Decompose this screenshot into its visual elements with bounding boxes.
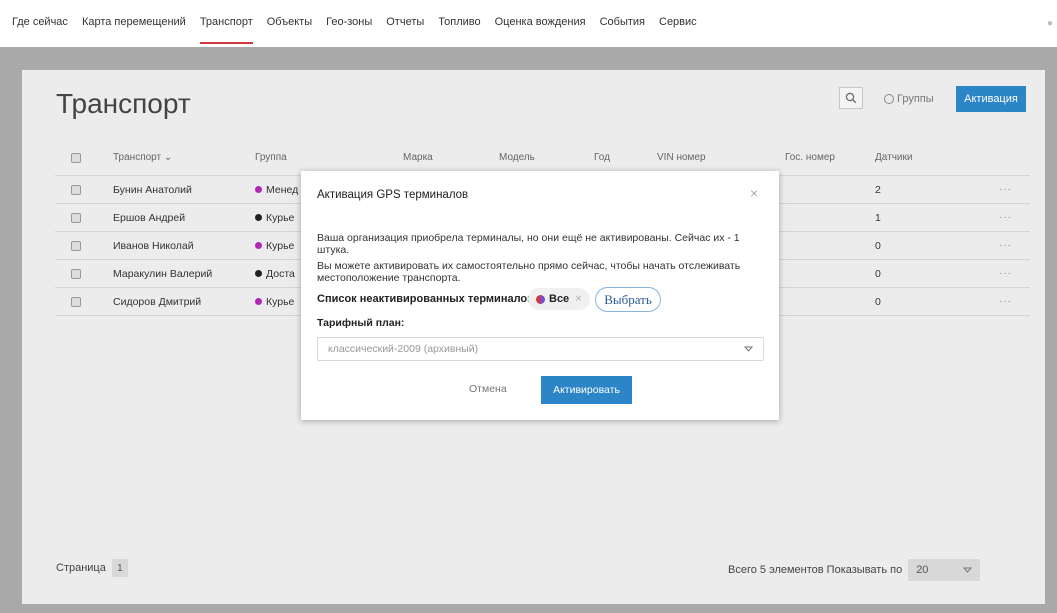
- row-group: Менед: [255, 184, 298, 196]
- dialog-title: Активация GPS терминалов: [317, 189, 469, 201]
- nav-item-geozones[interactable]: Гео-зоны: [326, 0, 372, 44]
- row-checkbox[interactable]: [71, 212, 81, 223]
- user-menu-icon[interactable]: ●: [1047, 18, 1053, 29]
- chevron-down-icon: [963, 567, 973, 573]
- select-terminals-button[interactable]: Выбрать: [595, 287, 661, 312]
- row-group: Курье: [255, 296, 294, 308]
- page-size-control: Всего 5 элементов Показывать по 20: [728, 559, 981, 581]
- row-checkbox[interactable]: [71, 184, 81, 195]
- groups-toggle[interactable]: Группы: [884, 93, 934, 105]
- page-label: Страница: [56, 562, 106, 574]
- per-page-select[interactable]: 20: [908, 559, 981, 581]
- column-header-transport[interactable]: Транспорт ⌄: [113, 152, 172, 163]
- column-header-sensors: Датчики: [875, 152, 913, 163]
- group-color-dot: [255, 186, 262, 194]
- row-name: Бунин Анатолий: [113, 183, 192, 196]
- dialog-message: Ваша организация приобрела терминалы, но…: [317, 232, 740, 256]
- row-group: Курье: [255, 240, 294, 252]
- row-more-icon[interactable]: ···: [999, 212, 1012, 223]
- row-sensors: 2: [875, 183, 881, 196]
- group-color-dot: [255, 214, 262, 222]
- row-name: Ершов Андрей: [113, 211, 186, 224]
- chevron-down-icon: ⌄: [163, 152, 173, 163]
- total-label: Всего 5 элементов Показывать по: [728, 564, 903, 576]
- groups-label: Группы: [897, 93, 934, 105]
- nav-item-objects[interactable]: Объекты: [267, 0, 312, 44]
- row-more-icon[interactable]: ···: [999, 184, 1012, 195]
- row-sensors: 0: [875, 295, 881, 308]
- row-checkbox[interactable]: [71, 240, 81, 251]
- column-header-year: Год: [594, 152, 610, 163]
- column-header-plate: Гос. номер: [785, 152, 835, 163]
- search-button[interactable]: [839, 87, 863, 109]
- nav-item-reports[interactable]: Отчеты: [386, 0, 424, 44]
- dialog-hint: Вы можете активировать их самостоятельно…: [317, 260, 741, 284]
- column-header-group: Группа: [255, 152, 287, 163]
- row-name: Маракулин Валерий: [113, 267, 213, 280]
- row-more-icon[interactable]: ···: [999, 240, 1012, 251]
- tariff-plan-label: Тарифный план:: [317, 317, 405, 329]
- row-checkbox[interactable]: [71, 268, 81, 279]
- terminals-chip-all[interactable]: Все ×: [528, 288, 590, 310]
- chip-remove-icon[interactable]: ×: [575, 293, 581, 305]
- row-sensors: 0: [875, 267, 881, 280]
- nav-item-where-now[interactable]: Где сейчас: [12, 0, 68, 44]
- nav-item-fuel[interactable]: Топливо: [438, 0, 480, 44]
- group-color-dot: [255, 298, 262, 306]
- activation-dialog: Активация GPS терминалов × Ваша организа…: [301, 171, 779, 420]
- row-checkbox[interactable]: [71, 296, 81, 307]
- group-color-dot: [255, 242, 262, 250]
- top-nav: Где сейчас Карта перемещений Транспорт О…: [0, 0, 1057, 47]
- pagination: Страница 1: [56, 559, 128, 577]
- nav-item-movement-map[interactable]: Карта перемещений: [82, 0, 186, 44]
- row-name: Сидоров Дмитрий: [113, 295, 202, 308]
- row-sensors: 0: [875, 239, 881, 252]
- close-icon[interactable]: ×: [750, 185, 758, 201]
- nav-item-events[interactable]: События: [600, 0, 645, 44]
- activation-button[interactable]: Активация: [956, 86, 1026, 112]
- page-number-button[interactable]: 1: [111, 559, 128, 577]
- row-sensors: 1: [875, 211, 881, 224]
- terminals-list-label: Список неактивированных терминалов:: [317, 293, 538, 305]
- tariff-plan-select[interactable]: классический-2009 (архивный): [317, 337, 764, 361]
- row-more-icon[interactable]: ···: [999, 296, 1012, 307]
- row-group: Курье: [255, 212, 294, 224]
- select-all-checkbox[interactable]: [71, 152, 81, 163]
- radio-icon: [884, 94, 894, 104]
- nav-item-driving-score[interactable]: Оценка вождения: [495, 0, 586, 44]
- column-header-model: Модель: [499, 152, 535, 163]
- column-header-brand: Марка: [403, 152, 433, 163]
- activate-button[interactable]: Активировать: [541, 376, 632, 404]
- column-header-vin: VIN номер: [657, 152, 706, 163]
- group-color-dot: [255, 270, 262, 278]
- row-group: Доста: [255, 268, 295, 280]
- row-name: Иванов Николай: [113, 239, 194, 252]
- row-more-icon[interactable]: ···: [999, 268, 1012, 279]
- page-title: Транспорт: [56, 88, 191, 119]
- nav-item-transport[interactable]: Транспорт: [199, 0, 253, 44]
- nav-item-service[interactable]: Сервис: [659, 0, 697, 44]
- terminal-color-icon: [536, 294, 545, 304]
- chevron-down-icon: [744, 346, 753, 352]
- cancel-button[interactable]: Отмена: [469, 383, 507, 395]
- search-icon: [845, 92, 857, 104]
